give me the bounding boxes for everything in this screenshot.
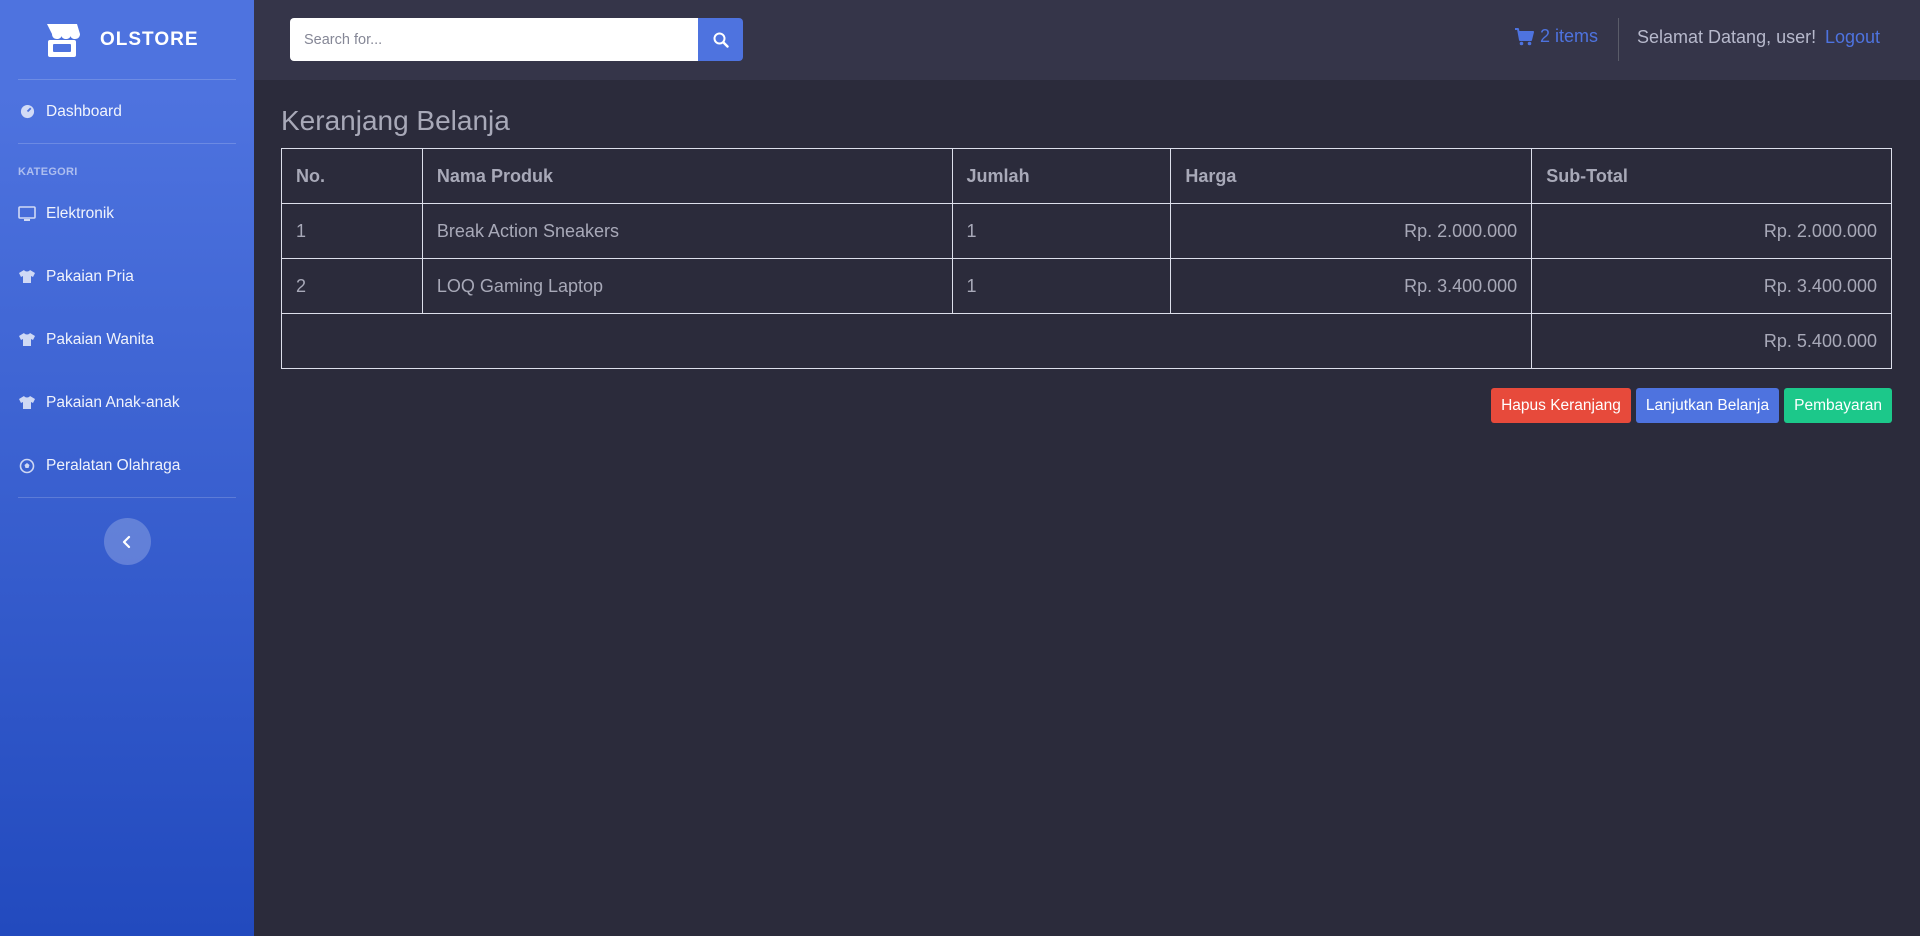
cell-product-name: Break Action Sneakers bbox=[421, 203, 953, 259]
sidebar-item-label: Pakaian Pria bbox=[46, 267, 134, 285]
topbar: 2 items Selamat Datang, user! Logout bbox=[254, 0, 1920, 80]
cell-total: Rp. 5.400.000 bbox=[1531, 313, 1892, 369]
sidebar-toggle-wrap bbox=[0, 498, 254, 565]
column-header: Jumlah bbox=[951, 148, 1172, 204]
sidebar: OLSTORE Dashboard KATEGORI Elektronik Pa… bbox=[0, 0, 254, 936]
content-wrapper: 2 items Selamat Datang, user! Logout Ker… bbox=[254, 0, 1920, 936]
cart-count: 2 items bbox=[1540, 26, 1599, 46]
total-spacer-cell bbox=[280, 313, 1533, 369]
table-row: 2 LOQ Gaming Laptop 1 Rp. 3.400.000 Rp. … bbox=[281, 258, 1892, 314]
logout-link[interactable]: Logout bbox=[1825, 27, 1880, 48]
continue-shopping-button[interactable]: Lanjutkan Belanja bbox=[1635, 388, 1780, 423]
desktop-icon bbox=[18, 205, 36, 223]
table-row: 1 Break Action Sneakers 1 Rp. 2.000.000 … bbox=[281, 203, 1892, 259]
shirt-icon bbox=[18, 331, 36, 349]
brand[interactable]: OLSTORE bbox=[0, 0, 254, 79]
cell-quantity: 1 bbox=[951, 258, 1172, 314]
sidebar-item-label: Elektronik bbox=[46, 204, 115, 222]
sidebar-item-label: Peralatan Olahraga bbox=[46, 456, 181, 474]
ball-icon bbox=[18, 457, 36, 475]
column-header: Nama Produk bbox=[421, 148, 953, 204]
column-header: Harga bbox=[1170, 148, 1533, 204]
shirt-icon bbox=[18, 268, 36, 286]
cart-table: No. Nama Produk Jumlah Harga Sub-Total 1… bbox=[280, 148, 1892, 369]
column-header: Sub-Total bbox=[1531, 148, 1892, 204]
clear-cart-button[interactable]: Hapus Keranjang bbox=[1491, 388, 1631, 423]
cell-product-name: LOQ Gaming Laptop bbox=[421, 258, 953, 314]
greeting-text: Selamat Datang, user! bbox=[1637, 27, 1817, 47]
chevron-left-icon bbox=[122, 535, 131, 548]
sidebar-item-pakaian-wanita[interactable]: Pakaian Wanita bbox=[0, 308, 254, 371]
shirt-icon bbox=[18, 394, 36, 412]
store-icon bbox=[42, 20, 82, 60]
app-root: OLSTORE Dashboard KATEGORI Elektronik Pa… bbox=[0, 0, 1920, 936]
cell-price: Rp. 2.000.000 bbox=[1170, 203, 1533, 259]
search-form bbox=[290, 18, 743, 61]
table-header-row: No. Nama Produk Jumlah Harga Sub-Total bbox=[281, 148, 1892, 204]
cell-subtotal: Rp. 2.000.000 bbox=[1531, 203, 1892, 259]
cell-no: 1 bbox=[281, 203, 423, 259]
sidebar-item-label: Dashboard bbox=[46, 102, 122, 120]
cart-actions: Hapus Keranjang Lanjutkan Belanja Pembay… bbox=[1491, 388, 1892, 423]
cell-no: 2 bbox=[281, 258, 423, 314]
sidebar-item-peralatan-olahraga[interactable]: Peralatan Olahraga bbox=[0, 434, 254, 497]
cell-price: Rp. 3.400.000 bbox=[1170, 258, 1533, 314]
column-header: No. bbox=[281, 148, 423, 204]
page-frame: OLSTORE Dashboard KATEGORI Elektronik Pa… bbox=[0, 0, 1920, 936]
sidebar-toggle-button[interactable] bbox=[103, 518, 151, 565]
page-title: Keranjang Belanja bbox=[281, 105, 510, 136]
cell-subtotal: Rp. 3.400.000 bbox=[1531, 258, 1892, 314]
search-button[interactable] bbox=[698, 18, 743, 61]
sidebar-heading: KATEGORI bbox=[18, 166, 78, 178]
sidebar-item-pakaian-anak-anak[interactable]: Pakaian Anak-anak bbox=[0, 371, 254, 434]
table-total-row: Rp. 5.400.000 bbox=[280, 313, 1892, 369]
topbar-divider bbox=[1618, 18, 1619, 61]
sidebar-item-label: Pakaian Wanita bbox=[46, 330, 154, 348]
sidebar-item-pakaian-pria[interactable]: Pakaian Pria bbox=[0, 245, 254, 308]
dashboard-icon bbox=[18, 103, 36, 121]
sidebar-item-label: Pakaian Anak-anak bbox=[46, 393, 180, 411]
sidebar-item-elektronik[interactable]: Elektronik bbox=[0, 182, 254, 245]
search-input[interactable] bbox=[290, 18, 698, 61]
brand-name: OLSTORE bbox=[100, 28, 199, 50]
checkout-button[interactable]: Pembayaran bbox=[1784, 388, 1892, 423]
cart-link[interactable]: 2 items bbox=[1514, 26, 1598, 47]
search-icon bbox=[713, 32, 729, 48]
cart-icon bbox=[1514, 27, 1534, 46]
cell-quantity: 1 bbox=[951, 203, 1172, 259]
sidebar-item-dashboard[interactable]: Dashboard bbox=[0, 80, 254, 143]
